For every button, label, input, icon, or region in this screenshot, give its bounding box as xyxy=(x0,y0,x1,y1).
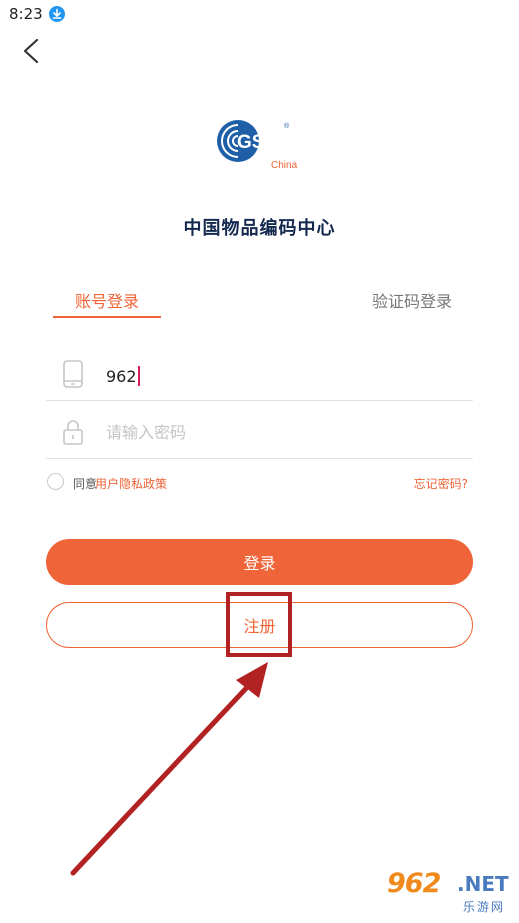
watermark-number: 962 xyxy=(387,868,441,899)
status-time: 8:23 xyxy=(9,5,43,23)
lock-icon xyxy=(62,418,84,446)
text-caret xyxy=(137,366,140,386)
register-button[interactable]: 注册 xyxy=(46,602,473,648)
phone-icon xyxy=(62,360,84,388)
back-button[interactable] xyxy=(18,36,46,66)
status-bar: 8:23 xyxy=(0,0,519,28)
chevron-left-icon xyxy=(23,38,39,64)
privacy-policy-link[interactable]: 用户隐私政策 xyxy=(95,475,167,492)
phone-value: 962 xyxy=(106,367,137,386)
tab-account-login[interactable]: 账号登录 xyxy=(53,288,161,312)
svg-text:®: ® xyxy=(284,122,290,130)
gs1-logo: GS1 ® China xyxy=(216,116,306,172)
password-input[interactable] xyxy=(104,422,438,443)
forgot-password-link[interactable]: 忘记密码? xyxy=(414,475,468,492)
tab-sms-login[interactable]: 验证码登录 xyxy=(360,288,464,312)
phone-field[interactable]: 962 xyxy=(46,342,473,401)
svg-text:China: China xyxy=(271,160,298,171)
tab-active-indicator xyxy=(53,316,161,318)
agree-text: 同意 xyxy=(73,477,98,491)
svg-text:GS1: GS1 xyxy=(237,132,275,153)
watermark-net: .NET xyxy=(457,872,509,896)
password-field[interactable] xyxy=(46,400,473,459)
agree-radio[interactable] xyxy=(47,473,64,490)
login-button[interactable]: 登录 xyxy=(46,539,473,585)
watermark-logo: 962 .NET 乐游网 xyxy=(383,868,513,918)
page-title: 中国物品编码中心 xyxy=(183,218,336,239)
download-icon xyxy=(49,6,65,22)
watermark-site: 乐游网 xyxy=(463,900,506,914)
phone-input[interactable]: 962 xyxy=(106,366,140,386)
